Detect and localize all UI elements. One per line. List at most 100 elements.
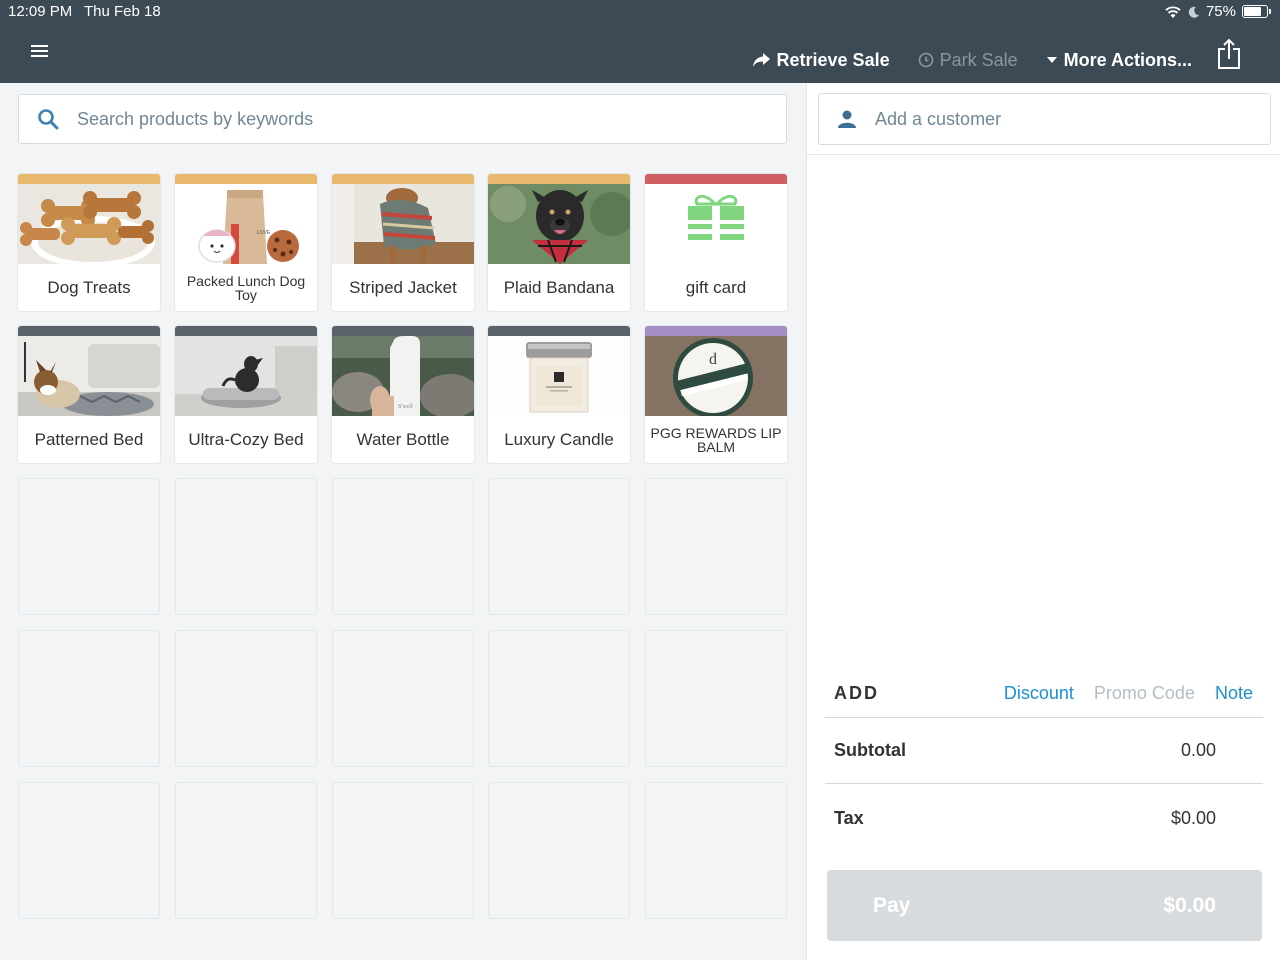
pay-label: Pay bbox=[873, 893, 911, 917]
user-icon bbox=[838, 110, 856, 128]
moon-icon bbox=[1188, 6, 1199, 18]
clock-icon bbox=[918, 52, 933, 68]
product-tile-water-bottle[interactable]: S'well Water Bottle bbox=[332, 326, 474, 463]
empty-slot bbox=[488, 782, 630, 919]
sale-panel: Add a customer ADD Discount Promo Code N… bbox=[806, 83, 1280, 960]
status-time: 12:09 PM bbox=[8, 3, 73, 20]
luxury-candle-image bbox=[488, 336, 630, 416]
water-bottle-image: S'well bbox=[332, 336, 474, 416]
add-customer-field[interactable]: Add a customer bbox=[818, 93, 1271, 145]
svg-text:LOVE: LOVE bbox=[257, 230, 271, 236]
empty-slot bbox=[175, 630, 317, 767]
category-bar bbox=[645, 174, 787, 184]
park-sale-button[interactable]: Park Sale bbox=[918, 50, 1018, 71]
product-tile-packed-lunch-dog-toy[interactable]: LOVE Packed Lunch Dog Toy bbox=[175, 174, 317, 311]
add-label: ADD bbox=[834, 683, 879, 703]
battery-icon bbox=[1242, 5, 1271, 18]
promo-code-link[interactable]: Promo Code bbox=[1094, 683, 1195, 704]
divider bbox=[807, 154, 1280, 155]
svg-text:d: d bbox=[709, 351, 717, 368]
category-bar bbox=[18, 174, 160, 184]
add-links: Discount Promo Code Note bbox=[1004, 683, 1263, 704]
product-tile-plaid-bandana[interactable]: Plaid Bandana bbox=[488, 174, 630, 311]
search-box[interactable] bbox=[18, 94, 787, 144]
search-icon bbox=[38, 109, 59, 130]
product-tile-ultra-cozy-bed[interactable]: Ultra-Cozy Bed bbox=[175, 326, 317, 463]
category-bar bbox=[488, 326, 630, 336]
empty-slot bbox=[645, 478, 787, 615]
product-tile-striped-jacket[interactable]: Striped Jacket bbox=[332, 174, 474, 311]
packed-lunch-toy-image: LOVE bbox=[175, 184, 317, 264]
note-link[interactable]: Note bbox=[1215, 683, 1253, 704]
category-bar bbox=[488, 174, 630, 184]
discount-link[interactable]: Discount bbox=[1004, 683, 1074, 704]
product-label: Striped Jacket bbox=[349, 277, 457, 297]
subtotal-label: Subtotal bbox=[834, 740, 906, 760]
hamburger-menu-icon[interactable] bbox=[26, 42, 54, 64]
product-tile-luxury-candle[interactable]: Luxury Candle bbox=[488, 326, 630, 463]
product-panel: Dog Treats LOVE Packed Lunch Dog Toy Str… bbox=[0, 83, 806, 960]
battery-percent: 75% bbox=[1205, 3, 1236, 20]
category-bar bbox=[175, 174, 317, 184]
product-tile-pgg-rewards-lip-balm[interactable]: d PGG REWARDS LIP BALM bbox=[645, 326, 787, 463]
striped-jacket-image bbox=[332, 184, 474, 264]
dog-treats-image bbox=[18, 184, 160, 264]
empty-slot bbox=[645, 630, 787, 767]
subtotal-row: Subtotal 0.00 bbox=[825, 718, 1263, 784]
product-label: Water Bottle bbox=[356, 429, 450, 449]
caret-down-icon bbox=[1046, 57, 1057, 63]
retrieve-sale-button[interactable]: Retrieve Sale bbox=[751, 50, 890, 71]
add-customer-label: Add a customer bbox=[875, 108, 1002, 129]
product-label: Luxury Candle bbox=[504, 429, 614, 449]
product-label: gift card bbox=[685, 277, 747, 297]
category-bar bbox=[175, 326, 317, 336]
park-sale-label: Park Sale bbox=[939, 49, 1018, 70]
product-tile-gift-card[interactable]: gift card bbox=[645, 174, 787, 311]
product-tile-patterned-bed[interactable]: Patterned Bed bbox=[18, 326, 160, 463]
empty-slot bbox=[18, 782, 160, 919]
status-date: Thu Feb 18 bbox=[84, 3, 161, 20]
empty-slot bbox=[18, 478, 160, 615]
tax-row: Tax $0.00 bbox=[825, 785, 1263, 851]
category-bar bbox=[645, 326, 787, 336]
search-input[interactable] bbox=[77, 108, 737, 130]
share-arrow-icon bbox=[752, 53, 770, 67]
share-icon[interactable] bbox=[1216, 38, 1242, 70]
category-bar bbox=[332, 326, 474, 336]
empty-slot bbox=[488, 478, 630, 615]
svg-text:S'well: S'well bbox=[398, 404, 413, 410]
empty-slot bbox=[332, 782, 474, 919]
add-row: ADD Discount Promo Code Note bbox=[825, 670, 1263, 718]
product-label: Packed Lunch Dog Toy bbox=[186, 272, 306, 303]
product-tile-dog-treats[interactable]: Dog Treats bbox=[18, 174, 160, 311]
product-label: Dog Treats bbox=[47, 277, 131, 297]
more-actions-label: More Actions... bbox=[1063, 49, 1192, 70]
header-actions: Retrieve Sale Park Sale More Actions... bbox=[751, 40, 1280, 80]
product-label: Ultra-Cozy Bed bbox=[188, 429, 304, 449]
subtotal-value: 0.00 bbox=[1180, 740, 1216, 760]
product-label: Plaid Bandana bbox=[503, 277, 615, 297]
empty-slot bbox=[645, 782, 787, 919]
wifi-icon bbox=[1165, 5, 1181, 18]
tax-value: $0.00 bbox=[1170, 807, 1216, 828]
lip-balm-image: d bbox=[645, 336, 787, 416]
status-indicators: 75% bbox=[1164, 3, 1271, 20]
patterned-bed-image bbox=[18, 336, 160, 416]
top-bar: 12:09 PM Thu Feb 18 75% Retrieve Sale Pa… bbox=[0, 0, 1280, 83]
pay-amount: $0.00 bbox=[1163, 893, 1216, 917]
product-label: Patterned Bed bbox=[34, 429, 144, 449]
category-bar bbox=[18, 326, 160, 336]
empty-slot bbox=[332, 630, 474, 767]
pay-button[interactable]: Pay $0.00 bbox=[827, 870, 1262, 941]
empty-slot bbox=[175, 782, 317, 919]
category-bar bbox=[332, 174, 474, 184]
product-label: PGG REWARDS LIP BALM bbox=[650, 424, 782, 455]
more-actions-button[interactable]: More Actions... bbox=[1046, 50, 1192, 71]
tax-label: Tax bbox=[834, 807, 864, 828]
retrieve-sale-label: Retrieve Sale bbox=[776, 49, 890, 70]
plaid-bandana-image bbox=[488, 184, 630, 264]
empty-slot bbox=[488, 630, 630, 767]
empty-slot bbox=[332, 478, 474, 615]
gift-icon bbox=[645, 184, 787, 264]
empty-slot bbox=[175, 478, 317, 615]
